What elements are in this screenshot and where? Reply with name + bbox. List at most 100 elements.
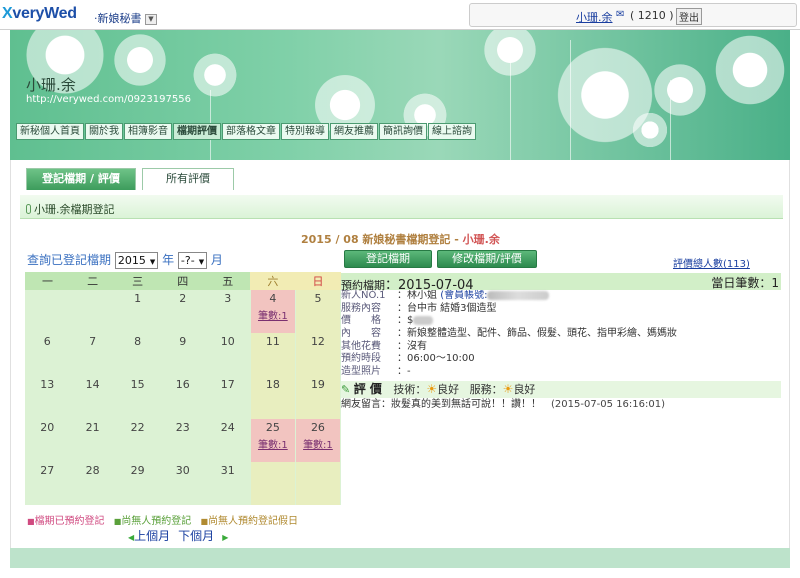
- review-count-link[interactable]: 評價總人數(113): [673, 255, 750, 270]
- calendar-day[interactable]: 11: [250, 333, 296, 376]
- nav-blog[interactable]: 部落格文章: [222, 123, 280, 140]
- calendar-day[interactable]: 21: [70, 419, 116, 462]
- calendar-day[interactable]: 16: [160, 376, 206, 419]
- calendar-day[interactable]: 4 筆數:1: [250, 290, 296, 333]
- calendar-day[interactable]: 30: [160, 462, 206, 505]
- tab-all-reviews[interactable]: 所有評價: [142, 168, 234, 190]
- day-number: 12: [310, 335, 325, 348]
- day-number: 5: [314, 292, 322, 305]
- edit-button[interactable]: 修改檔期/評價: [437, 250, 537, 268]
- calendar-day[interactable]: 1: [115, 290, 161, 333]
- nav-recommend[interactable]: 網友推薦: [330, 123, 378, 140]
- calendar-day[interactable]: 5: [295, 290, 342, 333]
- calendar-day[interactable]: 23: [160, 419, 206, 462]
- nav-consult[interactable]: 線上諮詢: [428, 123, 476, 140]
- arrow-right-icon: ▶: [222, 533, 229, 542]
- calendar-day: [70, 290, 116, 333]
- calendar-day[interactable]: 8: [115, 333, 161, 376]
- booking-date: 2015-07-04: [398, 278, 474, 293]
- day-number: 6: [43, 335, 51, 348]
- day-number: 3: [224, 292, 232, 305]
- calendar-day[interactable]: 24: [205, 419, 251, 462]
- register-button[interactable]: 登記檔期: [344, 250, 432, 268]
- calendar-day[interactable]: 9: [160, 333, 206, 376]
- day-number: 15: [130, 378, 145, 391]
- day-number: 23: [175, 421, 190, 434]
- calendar-day[interactable]: 15: [115, 376, 161, 419]
- nav-home[interactable]: 新秘個人首頁: [16, 123, 84, 140]
- calendar-day[interactable]: 31: [205, 462, 251, 505]
- weekday-header: 六: [250, 272, 296, 290]
- calendar-day[interactable]: 28: [70, 462, 116, 505]
- nav-schedule[interactable]: 檔期評價: [173, 123, 221, 140]
- section-selector[interactable]: ‧新娘秘書 ▼: [94, 10, 157, 26]
- calendar-day[interactable]: 3: [205, 290, 251, 333]
- nav-report[interactable]: 特別報導: [281, 123, 329, 140]
- nav-inquiry[interactable]: 簡訊詢價: [379, 123, 427, 140]
- calendar-day[interactable]: 29: [115, 462, 161, 505]
- day-number: 13: [40, 378, 55, 391]
- weekday-header: 一: [25, 272, 71, 290]
- calendar: 一二三四五六日 1 2 3 4 筆數:1 5 6 7 8 9 10 11 12 13 14 15 16 17 18 1…: [25, 272, 342, 505]
- main-panel: 登記檔期 / 評價 所有評價 小珊.余檔期登記 2015 / 08 新娘秘書檔期…: [10, 160, 790, 565]
- calendar-day[interactable]: 25 筆數:1: [250, 419, 296, 462]
- weekday-header: 二: [70, 272, 116, 290]
- calendar-day[interactable]: 2: [160, 290, 206, 333]
- tab-register-review[interactable]: 登記檔期 / 評價: [26, 168, 136, 190]
- calendar-day[interactable]: 7: [70, 333, 116, 376]
- nav-album[interactable]: 相簿影音: [124, 123, 172, 140]
- user-name-link[interactable]: 小珊.余: [576, 9, 613, 25]
- pin-icon: [26, 204, 31, 214]
- calendar-week: 6 7 8 9 10 11 12: [25, 333, 342, 376]
- day-number: 26: [310, 421, 325, 434]
- calendar-day[interactable]: 20: [25, 419, 71, 462]
- day-number: 17: [220, 378, 235, 391]
- verywed-logo[interactable]: XveryWed: [2, 5, 77, 23]
- pencil-icon: ✎: [341, 382, 351, 396]
- profile-banner: 小珊.余 http://verywed.com/0923197556 新秘個人首…: [10, 30, 790, 160]
- calendar-day[interactable]: 13: [25, 376, 71, 419]
- nav-about[interactable]: 關於我: [85, 123, 123, 140]
- day-number: 20: [40, 421, 55, 434]
- calendar-day[interactable]: 26 筆數:1: [295, 419, 342, 462]
- day-number: 19: [310, 378, 325, 391]
- chevron-down-icon[interactable]: ▼: [145, 13, 157, 25]
- day-number: 28: [85, 464, 100, 477]
- day-number: 21: [85, 421, 100, 434]
- calendar-day[interactable]: 14: [70, 376, 116, 419]
- year-select[interactable]: 2015 ▼: [114, 252, 159, 269]
- prev-month-link[interactable]: 上個月: [134, 529, 170, 543]
- message-count[interactable]: ( 1210 ): [630, 9, 674, 22]
- mail-icon[interactable]: ✉: [616, 9, 624, 20]
- form-title: 2015 / 08 新娘秘書檔期登記 - 小珊.余: [301, 233, 500, 246]
- calendar-day[interactable]: 22: [115, 419, 161, 462]
- section-title: 小珊.余檔期登記: [34, 203, 115, 216]
- next-month-link[interactable]: 下個月: [178, 529, 214, 543]
- calendar-day[interactable]: 18: [250, 376, 296, 419]
- chevron-down-icon: ▼: [149, 258, 156, 266]
- day-number: 29: [130, 464, 145, 477]
- calendar-day[interactable]: 6: [25, 333, 71, 376]
- section-header: 小珊.余檔期登記: [20, 195, 783, 219]
- logout-button[interactable]: 登出: [676, 8, 702, 25]
- calendar-day: [250, 462, 296, 505]
- weekday-header: 日: [295, 272, 341, 290]
- calendar-day[interactable]: 17: [205, 376, 251, 419]
- booking-count-link[interactable]: 筆數:1: [251, 307, 295, 322]
- calendar-day[interactable]: 10: [205, 333, 251, 376]
- day-number: 27: [40, 464, 55, 477]
- legend: ■檔期已預約登記 ■尚無人預約登記 ■尚無人預約登記假日: [27, 516, 299, 527]
- redacted-account: [487, 290, 550, 300]
- weekday-header: 五: [205, 272, 251, 290]
- owner-url[interactable]: http://verywed.com/0923197556: [26, 94, 191, 105]
- query-bar: 查詢已登記檔期 2015 ▼ 年 -?- ▼ 月: [27, 252, 223, 269]
- booking-count-link[interactable]: 筆數:1: [296, 436, 340, 451]
- evaluation-bar: ✎ 評 價 技術：☀良好 服務：☀良好: [341, 380, 781, 398]
- query-label: 查詢已登記檔期: [27, 253, 112, 267]
- calendar-day[interactable]: 19: [295, 376, 342, 419]
- calendar-day[interactable]: 27: [25, 462, 71, 505]
- day-number: 22: [130, 421, 145, 434]
- month-select[interactable]: -?- ▼: [177, 252, 208, 269]
- booking-count-link[interactable]: 筆數:1: [251, 436, 295, 451]
- calendar-day[interactable]: 12: [295, 333, 342, 376]
